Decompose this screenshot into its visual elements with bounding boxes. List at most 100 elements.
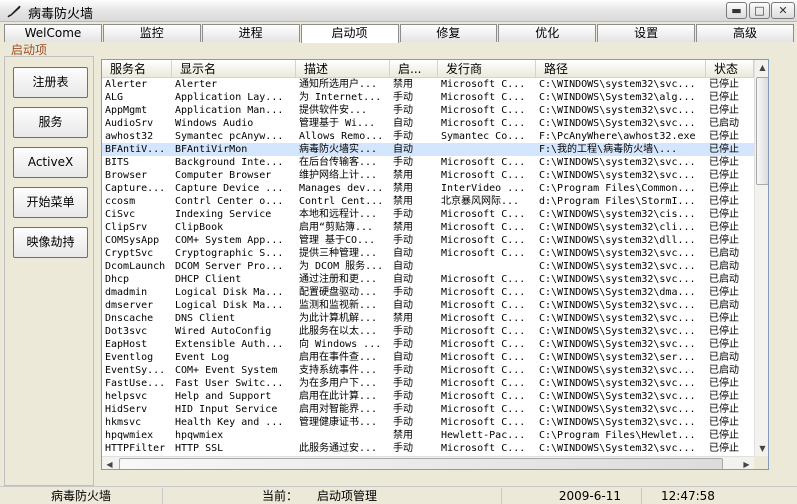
horizontal-scroll-thumb[interactable] xyxy=(119,458,723,469)
cell-description: 支持系统事件... xyxy=(299,365,378,376)
table-row[interactable]: Dnscache DNS Client 为此计算机解... 禁用 Microsoft C… xyxy=(102,312,754,325)
table-row[interactable]: DcomLaunch DCOM Server Pro... 为 DCOM 服务...… xyxy=(102,260,754,273)
table-row[interactable]: COMSysApp COM+ System App... 管理 基于CO... 手动 M… xyxy=(102,234,754,247)
horizontal-scrollbar[interactable]: ◀ ▶ xyxy=(102,456,754,469)
status-current: 当前： 启动项管理 xyxy=(163,488,502,504)
table-row[interactable]: CryptSvc Cryptographic S... 提供三种管理... 自动 Mic… xyxy=(102,247,754,260)
cell-publisher xyxy=(438,260,536,273)
table-row[interactable]: Eventlog Event Log 启用在事件查... 自动 Microsoft C.… xyxy=(102,351,754,364)
table-row[interactable]: hpqwmiex hpqwmiex 禁用 Hewlett-Pac... C:\Progr… xyxy=(102,429,754,442)
tab-advanced[interactable]: 高级 xyxy=(696,24,794,42)
cell-display-name: Extensible Auth... xyxy=(175,339,284,350)
column-header-startup-type[interactable]: 启... xyxy=(390,60,438,78)
cell-startup-type: 自动 xyxy=(393,144,413,155)
tab-settings[interactable]: 设置 xyxy=(597,24,696,42)
column-header-status[interactable]: 状态 xyxy=(706,60,754,78)
cell-display-name: Logical Disk Ma... xyxy=(175,300,284,311)
cell-description: 此服务在以太... xyxy=(299,326,378,337)
table-row[interactable]: Alerter Alerter 通知所选用户... 禁用 Microsoft C... C… xyxy=(102,78,754,91)
cell-service-name: AudioSrv xyxy=(105,118,154,129)
tab-repair[interactable]: 修复 xyxy=(399,24,498,42)
image-hijack-button[interactable]: 映像劫持 xyxy=(13,227,88,258)
cell-description: 启用在此计算... xyxy=(299,391,378,402)
vertical-scrollbar[interactable]: ▲ ▼ xyxy=(754,60,768,456)
column-header-publisher[interactable]: 发行商 xyxy=(438,60,536,78)
table-row[interactable]: ccosm Contrl Center o... Contrl Cent... 禁用 北… xyxy=(102,195,754,208)
table-row[interactable]: BFAntiV... BFAntiVirMon 病毒防火墙实... 自动 F:\我的工程… xyxy=(102,143,754,156)
activex-button[interactable]: ActiveX xyxy=(13,147,88,178)
tab-welcome[interactable]: WelCome xyxy=(4,24,102,42)
tab-optimize[interactable]: 优化 xyxy=(498,24,597,42)
cell-service-name: CiSvc xyxy=(105,209,136,220)
cell-description: 管理 基于CO... xyxy=(299,235,376,246)
table-row[interactable]: HTTPFilter HTTP SSL 此服务通过安... 手动 Microsoft C… xyxy=(102,442,754,455)
table-row[interactable]: Dhcp DHCP Client 通过注册和更... 自动 Microsoft C...… xyxy=(102,273,754,286)
cell-publisher: Microsoft C... xyxy=(441,378,526,389)
cell-description: 启用对智能界... xyxy=(299,404,378,415)
registry-button[interactable]: 注册表 xyxy=(13,67,88,98)
cell-publisher: Microsoft C... xyxy=(441,209,526,220)
table-row[interactable]: BITS Background Inte... 在后台传输客... 手动 Microso… xyxy=(102,156,754,169)
vertical-scroll-thumb[interactable] xyxy=(756,77,768,185)
cell-status: 已启动 xyxy=(709,352,739,363)
table-row[interactable]: ClipSrv ClipBook 启用“剪贴簿... 禁用 Microsoft C...… xyxy=(102,221,754,234)
start-menu-button[interactable]: 开始菜单 xyxy=(13,187,88,218)
scroll-down-icon[interactable]: ▼ xyxy=(755,441,768,456)
cell-service-name: Eventlog xyxy=(105,352,154,363)
cell-startup-type: 自动 xyxy=(393,352,413,363)
cell-status: 已启动 xyxy=(709,118,739,129)
table-row[interactable]: awhost32 Symantec pcAnyw... Allows Remo...… xyxy=(102,130,754,143)
cell-description: 管理健康证书... xyxy=(299,417,378,428)
status-time: 12:47:58 xyxy=(661,489,715,503)
table-row[interactable]: dmserver Logical Disk Ma... 监测和监视新... 自动 Mic… xyxy=(102,299,754,312)
tab-startup[interactable]: 启动项 xyxy=(300,24,399,43)
cell-path: C:\WINDOWS\system32\svc... xyxy=(539,248,696,259)
column-header-description[interactable]: 描述 xyxy=(296,60,390,78)
column-header-path[interactable]: 路径 xyxy=(536,60,706,78)
cell-startup-type: 手动 xyxy=(393,157,413,168)
tab-process[interactable]: 进程 xyxy=(201,24,300,42)
cell-startup-type: 手动 xyxy=(393,105,413,116)
cell-display-name: Computer Browser xyxy=(175,170,272,181)
cell-startup-type: 禁用 xyxy=(393,430,413,441)
close-button[interactable]: ✕ xyxy=(771,2,795,19)
cell-description: 通知所选用户... xyxy=(299,79,378,90)
table-row[interactable]: EventSy... COM+ Event System 支持系统事件... 手动 Mi… xyxy=(102,364,754,377)
scroll-right-icon[interactable]: ▶ xyxy=(739,457,754,469)
table-row[interactable]: EapHost Extensible Auth... 向 Windows ... 手动… xyxy=(102,338,754,351)
table-row[interactable]: CiSvc Indexing Service 本地和远程计... 手动 Microsof… xyxy=(102,208,754,221)
table-row[interactable]: AppMgmt Application Man... 提供软件安... 手动 Micro… xyxy=(102,104,754,117)
minimize-button[interactable]: ▬ xyxy=(726,2,747,19)
cell-description xyxy=(296,429,390,442)
services-button[interactable]: 服务 xyxy=(13,107,88,138)
table-row[interactable]: HidServ HID Input Service 启用对智能界... 手动 Micro… xyxy=(102,403,754,416)
cell-startup-type: 禁用 xyxy=(393,79,413,90)
cell-publisher: Microsoft C... xyxy=(441,235,526,246)
cell-publisher: Microsoft C... xyxy=(441,274,526,285)
cell-status: 已停止 xyxy=(709,378,739,389)
column-header-service-name[interactable]: 服务名 xyxy=(102,60,172,78)
table-row[interactable]: Capture... Capture Device ... Manages dev.… xyxy=(102,182,754,195)
cell-status: 已停止 xyxy=(709,170,739,181)
table-row[interactable]: dmadmin Logical Disk Ma... 配置硬盘驱动... 手动 Micr… xyxy=(102,286,754,299)
cell-display-name: Background Inte... xyxy=(175,157,284,168)
table-row[interactable]: Dot3svc Wired AutoConfig 此服务在以太... 手动 Micros… xyxy=(102,325,754,338)
scroll-left-icon[interactable]: ◀ xyxy=(102,457,117,469)
cell-status: 已停止 xyxy=(709,235,739,246)
cell-path: C:\WINDOWS\System32\alg... xyxy=(539,92,696,103)
table-row[interactable]: AudioSrv Windows Audio 管理基于 Wi... 自动 Microso… xyxy=(102,117,754,130)
table-row[interactable]: ALG Application Lay... 为 Internet... 手动 Micr… xyxy=(102,91,754,104)
cell-status: 已停止 xyxy=(709,430,739,441)
table-row[interactable]: FastUse... Fast User Switc... 为在多用户下... 手动 M… xyxy=(102,377,754,390)
table-row[interactable]: hkmsvc Health Key and ... 管理健康证书... 手动 Micro… xyxy=(102,416,754,429)
scroll-up-icon[interactable]: ▲ xyxy=(755,60,768,75)
tab-monitor[interactable]: 监控 xyxy=(102,24,201,42)
feather-icon xyxy=(7,5,21,18)
table-row[interactable]: helpsvc Help and Support 启用在此计算... 手动 Micros… xyxy=(102,390,754,403)
column-header-display-name[interactable]: 显示名 xyxy=(172,60,296,78)
list-rows: Alerter Alerter 通知所选用户... 禁用 Microsoft C... C… xyxy=(102,78,754,455)
table-row[interactable]: Browser Computer Browser 维护网络上计... 禁用 Micros… xyxy=(102,169,754,182)
maximize-button[interactable]: □ xyxy=(749,2,770,19)
cell-service-name: Alerter xyxy=(105,79,148,90)
cell-display-name: Logical Disk Ma... xyxy=(175,287,284,298)
